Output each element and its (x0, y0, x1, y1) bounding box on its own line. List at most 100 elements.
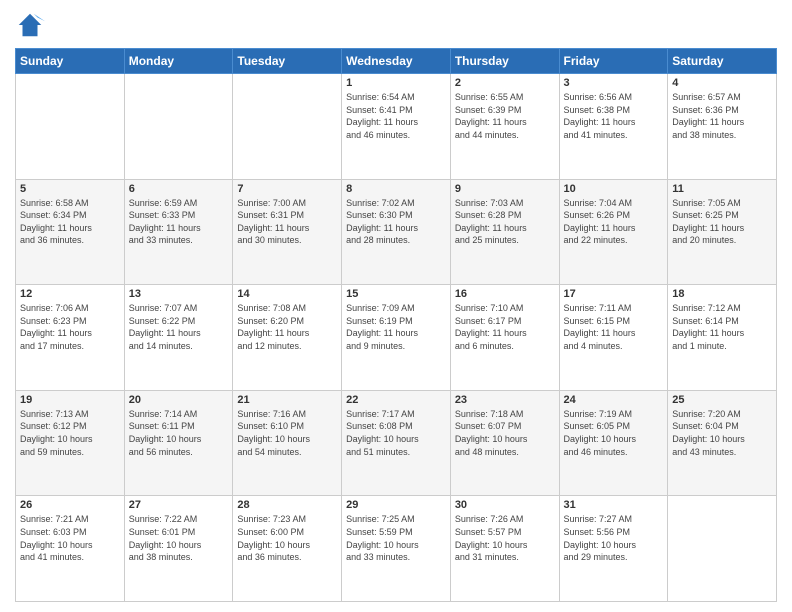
calendar-day-cell: 16 Sunrise: 7:10 AM Sunset: 6:17 PM Dayli… (450, 285, 559, 391)
day-number: 14 (237, 288, 337, 300)
day-number: 7 (237, 183, 337, 195)
day-number: 24 (564, 394, 664, 406)
day-number: 25 (672, 394, 772, 406)
day-info: Sunrise: 6:57 AM Sunset: 6:36 PM Dayligh… (672, 91, 772, 141)
day-info: Sunrise: 6:59 AM Sunset: 6:33 PM Dayligh… (129, 197, 229, 247)
day-info: Sunrise: 7:18 AM Sunset: 6:07 PM Dayligh… (455, 408, 555, 458)
calendar-day-cell: 1 Sunrise: 6:54 AM Sunset: 6:41 PM Daylig… (342, 74, 451, 180)
day-number: 16 (455, 288, 555, 300)
calendar-day-cell: 19 Sunrise: 7:13 AM Sunset: 6:12 PM Dayli… (16, 390, 125, 496)
calendar-day-cell: 28 Sunrise: 7:23 AM Sunset: 6:00 PM Dayli… (233, 496, 342, 602)
day-number: 30 (455, 499, 555, 511)
day-number: 2 (455, 77, 555, 89)
day-info: Sunrise: 6:58 AM Sunset: 6:34 PM Dayligh… (20, 197, 120, 247)
day-info: Sunrise: 7:02 AM Sunset: 6:30 PM Dayligh… (346, 197, 446, 247)
weekday-header-friday: Friday (559, 49, 668, 74)
calendar-day-cell: 24 Sunrise: 7:19 AM Sunset: 6:05 PM Dayli… (559, 390, 668, 496)
day-number: 3 (564, 77, 664, 89)
day-info: Sunrise: 7:05 AM Sunset: 6:25 PM Dayligh… (672, 197, 772, 247)
day-info: Sunrise: 7:11 AM Sunset: 6:15 PM Dayligh… (564, 302, 664, 352)
weekday-header-saturday: Saturday (668, 49, 777, 74)
calendar-week-row: 1 Sunrise: 6:54 AM Sunset: 6:41 PM Daylig… (16, 74, 777, 180)
day-info: Sunrise: 7:26 AM Sunset: 5:57 PM Dayligh… (455, 513, 555, 563)
calendar-week-row: 5 Sunrise: 6:58 AM Sunset: 6:34 PM Daylig… (16, 179, 777, 285)
calendar-day-cell: 27 Sunrise: 7:22 AM Sunset: 6:01 PM Dayli… (124, 496, 233, 602)
day-info: Sunrise: 6:55 AM Sunset: 6:39 PM Dayligh… (455, 91, 555, 141)
day-number: 5 (20, 183, 120, 195)
day-number: 27 (129, 499, 229, 511)
day-number: 4 (672, 77, 772, 89)
day-number: 15 (346, 288, 446, 300)
logo-icon (15, 10, 45, 40)
day-info: Sunrise: 7:21 AM Sunset: 6:03 PM Dayligh… (20, 513, 120, 563)
calendar-day-cell (668, 496, 777, 602)
day-info: Sunrise: 7:27 AM Sunset: 5:56 PM Dayligh… (564, 513, 664, 563)
calendar-day-cell: 21 Sunrise: 7:16 AM Sunset: 6:10 PM Dayli… (233, 390, 342, 496)
day-info: Sunrise: 7:16 AM Sunset: 6:10 PM Dayligh… (237, 408, 337, 458)
calendar-day-cell: 30 Sunrise: 7:26 AM Sunset: 5:57 PM Dayli… (450, 496, 559, 602)
weekday-header-tuesday: Tuesday (233, 49, 342, 74)
day-number: 21 (237, 394, 337, 406)
day-info: Sunrise: 6:56 AM Sunset: 6:38 PM Dayligh… (564, 91, 664, 141)
calendar-day-cell: 17Sunrise: 7:11 AM Sunset: 6:15 PM Dayli… (559, 285, 668, 391)
weekday-header-row: SundayMondayTuesdayWednesdayThursdayFrid… (16, 49, 777, 74)
day-number: 8 (346, 183, 446, 195)
day-info: Sunrise: 7:07 AM Sunset: 6:22 PM Dayligh… (129, 302, 229, 352)
calendar-day-cell: 14 Sunrise: 7:08 AM Sunset: 6:20 PM Dayli… (233, 285, 342, 391)
day-info: Sunrise: 7:23 AM Sunset: 6:00 PM Dayligh… (237, 513, 337, 563)
day-info: Sunrise: 7:10 AM Sunset: 6:17 PM Dayligh… (455, 302, 555, 352)
day-info: Sunrise: 7:09 AM Sunset: 6:19 PM Dayligh… (346, 302, 446, 352)
day-number: 13 (129, 288, 229, 300)
day-info: Sunrise: 7:13 AM Sunset: 6:12 PM Dayligh… (20, 408, 120, 458)
day-info: Sunrise: 7:22 AM Sunset: 6:01 PM Dayligh… (129, 513, 229, 563)
day-number: 6 (129, 183, 229, 195)
calendar-day-cell (233, 74, 342, 180)
calendar-day-cell: 11Sunrise: 7:05 AM Sunset: 6:25 PM Dayli… (668, 179, 777, 285)
day-info: Sunrise: 7:04 AM Sunset: 6:26 PM Dayligh… (564, 197, 664, 247)
day-info: Sunrise: 7:03 AM Sunset: 6:28 PM Dayligh… (455, 197, 555, 247)
day-number: 31 (564, 499, 664, 511)
calendar-day-cell: 2 Sunrise: 6:55 AM Sunset: 6:39 PM Daylig… (450, 74, 559, 180)
calendar-day-cell: 26 Sunrise: 7:21 AM Sunset: 6:03 PM Dayli… (16, 496, 125, 602)
calendar-day-cell: 31 Sunrise: 7:27 AM Sunset: 5:56 PM Dayli… (559, 496, 668, 602)
day-info: Sunrise: 7:19 AM Sunset: 6:05 PM Dayligh… (564, 408, 664, 458)
day-number: 1 (346, 77, 446, 89)
calendar-day-cell: 15 Sunrise: 7:09 AM Sunset: 6:19 PM Dayli… (342, 285, 451, 391)
calendar-day-cell: 12Sunrise: 7:06 AM Sunset: 6:23 PM Dayli… (16, 285, 125, 391)
day-number: 29 (346, 499, 446, 511)
day-number: 20 (129, 394, 229, 406)
calendar-day-cell: 3 Sunrise: 6:56 AM Sunset: 6:38 PM Daylig… (559, 74, 668, 180)
calendar-week-row: 12Sunrise: 7:06 AM Sunset: 6:23 PM Dayli… (16, 285, 777, 391)
weekday-header-sunday: Sunday (16, 49, 125, 74)
calendar-day-cell: 6 Sunrise: 6:59 AM Sunset: 6:33 PM Daylig… (124, 179, 233, 285)
calendar-day-cell (124, 74, 233, 180)
day-info: Sunrise: 7:14 AM Sunset: 6:11 PM Dayligh… (129, 408, 229, 458)
weekday-header-thursday: Thursday (450, 49, 559, 74)
calendar-day-cell: 9 Sunrise: 7:03 AM Sunset: 6:28 PM Daylig… (450, 179, 559, 285)
day-info: Sunrise: 7:12 AM Sunset: 6:14 PM Dayligh… (672, 302, 772, 352)
calendar-day-cell: 13 Sunrise: 7:07 AM Sunset: 6:22 PM Dayli… (124, 285, 233, 391)
calendar-week-row: 26 Sunrise: 7:21 AM Sunset: 6:03 PM Dayli… (16, 496, 777, 602)
day-number: 26 (20, 499, 120, 511)
day-number: 18 (672, 288, 772, 300)
weekday-header-wednesday: Wednesday (342, 49, 451, 74)
calendar-day-cell: 7 Sunrise: 7:00 AM Sunset: 6:31 PM Daylig… (233, 179, 342, 285)
day-number: 19 (20, 394, 120, 406)
calendar-week-row: 19 Sunrise: 7:13 AM Sunset: 6:12 PM Dayli… (16, 390, 777, 496)
day-info: Sunrise: 7:17 AM Sunset: 6:08 PM Dayligh… (346, 408, 446, 458)
calendar-day-cell: 23Sunrise: 7:18 AM Sunset: 6:07 PM Dayli… (450, 390, 559, 496)
day-number: 9 (455, 183, 555, 195)
calendar-day-cell: 29Sunrise: 7:25 AM Sunset: 5:59 PM Dayli… (342, 496, 451, 602)
calendar-day-cell: 5 Sunrise: 6:58 AM Sunset: 6:34 PM Daylig… (16, 179, 125, 285)
day-info: Sunrise: 7:08 AM Sunset: 6:20 PM Dayligh… (237, 302, 337, 352)
day-info: Sunrise: 6:54 AM Sunset: 6:41 PM Dayligh… (346, 91, 446, 141)
day-number: 22 (346, 394, 446, 406)
day-number: 28 (237, 499, 337, 511)
calendar-day-cell: 22 Sunrise: 7:17 AM Sunset: 6:08 PM Dayli… (342, 390, 451, 496)
day-number: 12 (20, 288, 120, 300)
calendar-day-cell: 25Sunrise: 7:20 AM Sunset: 6:04 PM Dayli… (668, 390, 777, 496)
day-info: Sunrise: 7:00 AM Sunset: 6:31 PM Dayligh… (237, 197, 337, 247)
weekday-header-monday: Monday (124, 49, 233, 74)
logo (15, 10, 49, 40)
calendar-day-cell: 8 Sunrise: 7:02 AM Sunset: 6:30 PM Daylig… (342, 179, 451, 285)
